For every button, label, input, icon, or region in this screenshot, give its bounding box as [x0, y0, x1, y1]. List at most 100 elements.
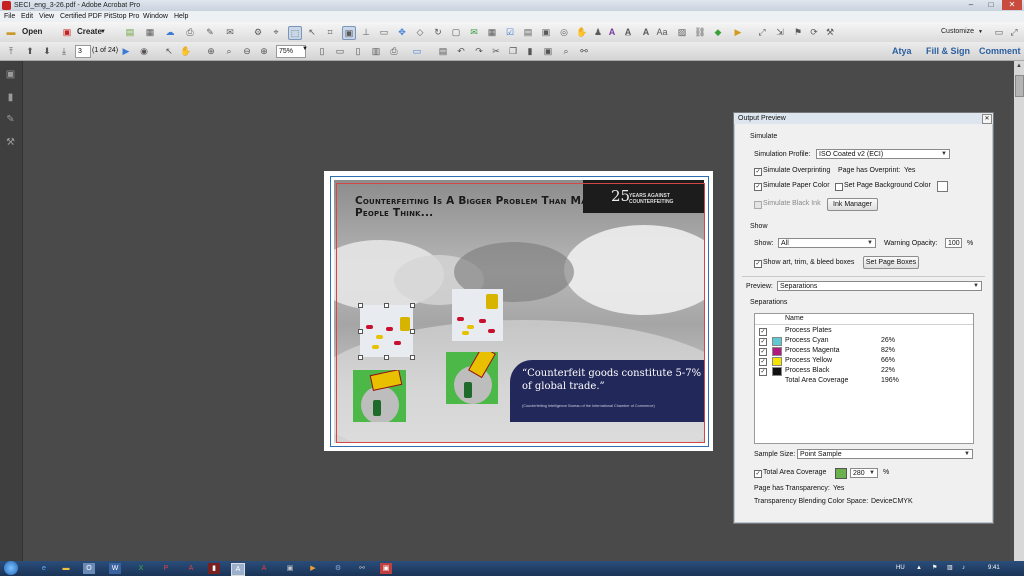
selection-handle[interactable]	[358, 329, 363, 334]
show-boxes-checkbox[interactable]: ✓	[754, 260, 762, 268]
text-style-icon[interactable]: A	[640, 26, 652, 38]
simulation-profile-select[interactable]: ISO Coated v2 (ECI) ▼	[816, 149, 950, 159]
email-icon[interactable]: ✉	[224, 26, 236, 38]
total-area-coverage-input[interactable]: 280 ▼	[850, 468, 878, 478]
transform-icon[interactable]: ⤢	[756, 26, 768, 38]
close-window-button[interactable]: ✕	[1002, 0, 1022, 10]
mail-green-icon[interactable]: ✉	[468, 26, 480, 38]
previous-page-icon[interactable]: ⬆	[24, 45, 36, 57]
simulate-paper-color-checkbox[interactable]: ✓	[754, 183, 762, 191]
process-cyan-checkbox[interactable]: ✓	[759, 338, 767, 346]
sample-size-select[interactable]: Point Sample ▼	[797, 449, 973, 459]
show-select[interactable]: All ▼	[778, 238, 876, 248]
zoom-dropdown-icon[interactable]: ▼	[302, 46, 308, 52]
vertical-scrollbar[interactable]: ▲	[1014, 61, 1024, 561]
network-taskbar-icon[interactable]: ⚯	[356, 563, 368, 574]
zoom-in-icon[interactable]: ⊕	[258, 45, 270, 57]
object-icon[interactable]: ▣	[540, 26, 552, 38]
tray-up-icon[interactable]: ▲	[916, 561, 922, 576]
open-folder-icon[interactable]: ▬	[5, 26, 17, 38]
image-edit-icon[interactable]: ▣	[342, 26, 356, 40]
flag-icon[interactable]: ⚑	[792, 26, 804, 38]
process-plates-checkbox[interactable]: ✓	[759, 328, 767, 336]
marquee-zoom-icon[interactable]: ⌕	[223, 45, 235, 57]
menu-file[interactable]: File	[4, 11, 15, 22]
menu-help[interactable]: Help	[174, 11, 188, 22]
media-icon[interactable]: ▶	[307, 563, 319, 574]
simulate-overprinting-checkbox[interactable]: ✓	[754, 168, 762, 176]
set-page-background-checkbox[interactable]	[835, 183, 843, 191]
gear-icon[interactable]: ⚙	[252, 26, 264, 38]
ink-manager-button[interactable]: Ink Manager	[827, 198, 878, 211]
process-magenta-checkbox[interactable]: ✓	[759, 348, 767, 356]
document-taskbar-icon[interactable]: ▣	[284, 563, 296, 574]
hand-icon[interactable]: ✋	[576, 26, 588, 38]
selection-handle[interactable]	[384, 303, 389, 308]
page-background-color-swatch[interactable]	[937, 181, 948, 192]
search-icon[interactable]: ⌕	[560, 45, 572, 57]
first-page-icon[interactable]: ⤒	[5, 45, 17, 57]
word-icon[interactable]: W	[109, 563, 121, 574]
scroll-up-icon[interactable]: ▲	[1015, 63, 1023, 71]
excel-icon[interactable]: X	[135, 563, 147, 574]
outlook-icon[interactable]: O	[83, 563, 95, 574]
scissors-icon[interactable]: ✂	[490, 45, 502, 57]
menu-certified-pdf[interactable]: Certified PDF	[60, 11, 102, 22]
create-button[interactable]: Create	[77, 22, 102, 42]
diamond-icon[interactable]: ◆	[712, 26, 724, 38]
preview-select[interactable]: Separations ▼	[777, 281, 982, 291]
redo-icon[interactable]: ↷	[473, 45, 485, 57]
selection-handle[interactable]	[410, 303, 415, 308]
next-page-icon[interactable]: ⬇	[41, 45, 53, 57]
create-dropdown-icon[interactable]: ▼	[100, 22, 106, 42]
fit-width-icon[interactable]: ▭	[334, 45, 346, 57]
text-a-icon[interactable]: A	[606, 26, 618, 38]
fit-page-icon[interactable]: ▯	[316, 45, 328, 57]
selection-handle[interactable]	[358, 355, 363, 360]
pitstop-taskbar-icon[interactable]: ▣	[380, 563, 392, 574]
windows-start-icon[interactable]	[4, 561, 18, 575]
coverage-warning-color-swatch[interactable]	[835, 468, 847, 479]
process-yellow-checkbox[interactable]: ✓	[759, 358, 767, 366]
set-page-boxes-button[interactable]: Set Page Boxes	[863, 256, 919, 269]
single-page-icon[interactable]: ▯	[352, 45, 364, 57]
folder-arrow-icon[interactable]: ▶	[732, 26, 744, 38]
two-page-icon[interactable]: ▥	[370, 45, 382, 57]
total-area-coverage-checkbox[interactable]: ✓	[754, 470, 762, 478]
comment-link[interactable]: Comment	[979, 42, 1021, 60]
acrobat-taskbar-icon[interactable]: A	[185, 563, 197, 574]
last-page-icon[interactable]: ⤓	[58, 45, 70, 57]
monitor-icon[interactable]: ▭	[411, 45, 423, 57]
shape-icon[interactable]: ◇	[414, 26, 426, 38]
document-icon[interactable]: ▭	[993, 26, 1005, 38]
select-icon[interactable]: ⌖	[270, 26, 282, 38]
undo-icon[interactable]: ↶	[455, 45, 467, 57]
open-button[interactable]: Open	[22, 22, 42, 42]
cursor-icon[interactable]: ↖	[163, 45, 175, 57]
pills-image-1[interactable]	[360, 305, 413, 357]
app-icon[interactable]: ▮	[208, 563, 220, 574]
snapshot-icon[interactable]: ▣	[542, 45, 554, 57]
move-icon[interactable]: ✥	[396, 26, 408, 38]
wrench-icon[interactable]: ⚒	[824, 26, 836, 38]
gear-taskbar-icon[interactable]: ⚙	[332, 563, 344, 574]
menu-view[interactable]: View	[39, 11, 54, 22]
menu-edit[interactable]: Edit	[21, 11, 33, 22]
copy-icon[interactable]: ❐	[507, 45, 519, 57]
hand-tool-icon[interactable]: ✋	[180, 45, 192, 57]
circle-icon[interactable]: ◎	[558, 26, 570, 38]
menu-pitstop-pro[interactable]: PitStop Pro	[104, 11, 139, 22]
touchup-icon[interactable]: ↖	[306, 26, 318, 38]
create-pdf-icon[interactable]: ▣	[61, 26, 73, 38]
customize-menu[interactable]: Customize	[941, 22, 974, 42]
dialog-close-button[interactable]: ✕	[982, 114, 992, 124]
check-icon[interactable]: ☑	[504, 26, 516, 38]
zoom-in-tool-icon[interactable]: ⊕	[205, 45, 217, 57]
page-thumbnails-icon[interactable]: ▣	[5, 69, 16, 80]
paste-icon[interactable]: ▮	[524, 45, 536, 57]
selection-handle[interactable]	[410, 329, 415, 334]
crop-icon[interactable]: ⌗	[324, 26, 336, 38]
print-preview-icon[interactable]: ⎙	[388, 45, 400, 57]
selection-handle[interactable]	[410, 355, 415, 360]
image-icon[interactable]: ▨	[676, 26, 688, 38]
